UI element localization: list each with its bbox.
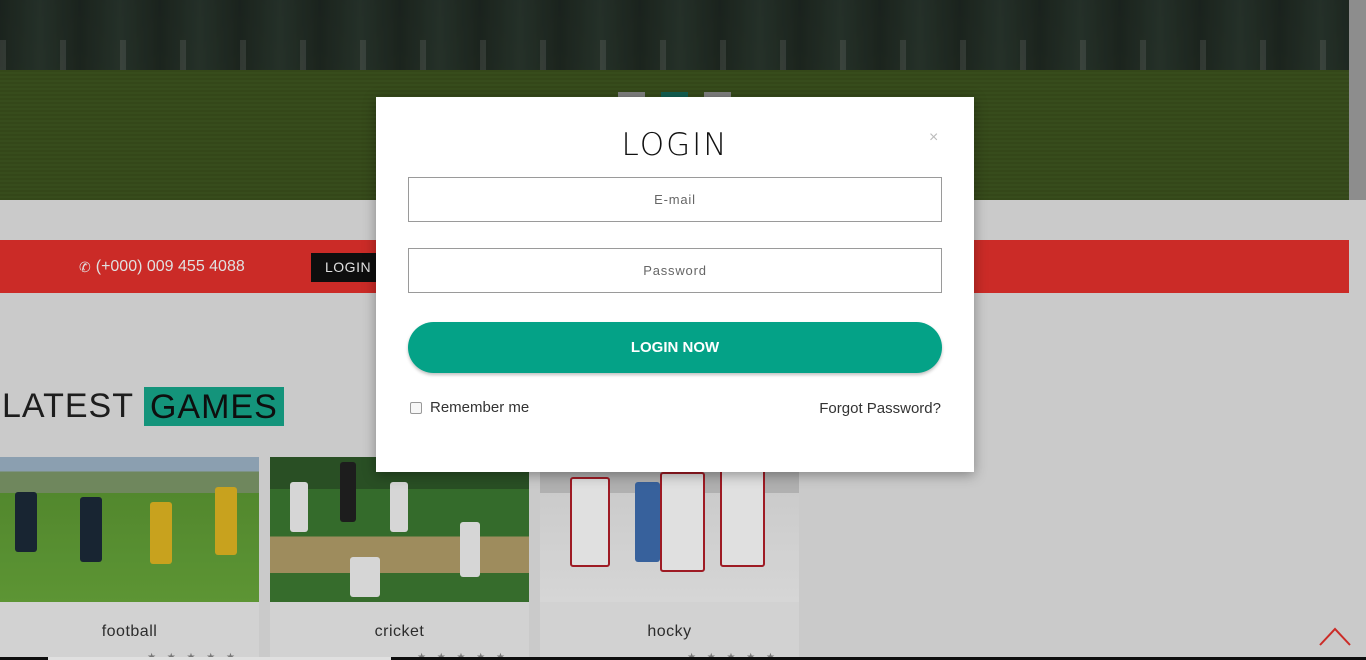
forgot-password-link[interactable]: Forgot Password?: [819, 400, 941, 417]
close-icon[interactable]: ×: [929, 129, 938, 147]
remember-checkbox[interactable]: [410, 401, 422, 414]
login-modal: LOGIN × LOGIN NOW Remember me Forgot Pas…: [376, 97, 974, 472]
remember-label: Remember me: [430, 399, 530, 416]
remember-me[interactable]: Remember me: [410, 399, 529, 416]
modal-title: LOGIN: [621, 127, 729, 163]
login-now-button[interactable]: LOGIN NOW: [408, 322, 942, 373]
email-field[interactable]: [408, 177, 942, 222]
password-field[interactable]: [408, 248, 942, 293]
